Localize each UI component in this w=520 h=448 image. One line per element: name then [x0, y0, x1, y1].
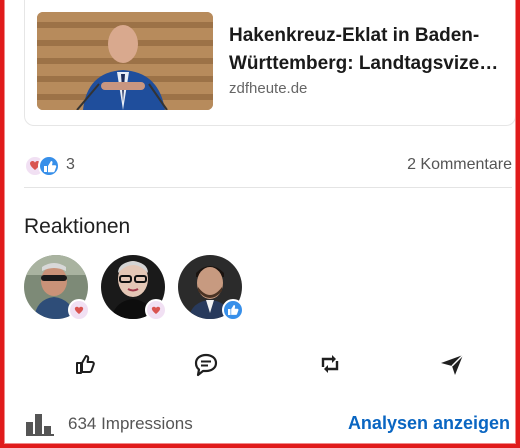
reaction-icons[interactable] — [24, 154, 64, 178]
social-counts: 3 2 Kommentare — [24, 150, 512, 182]
divider — [24, 187, 512, 188]
thumbs-up-icon — [222, 299, 244, 321]
impressions-count: 634 Impressions — [68, 414, 193, 433]
reaction-count[interactable]: 3 — [66, 156, 75, 174]
article-thumbnail — [37, 12, 213, 110]
post-actions — [24, 348, 512, 380]
article-source: zdfheute.de — [229, 80, 308, 97]
reactor-1[interactable] — [24, 255, 90, 321]
repost-icon[interactable] — [314, 348, 346, 380]
like-icon[interactable] — [68, 348, 100, 380]
reactions-heading: Reaktionen — [24, 215, 131, 238]
send-icon[interactable] — [436, 348, 468, 380]
comments-count-link[interactable]: 2 Kommentare — [407, 156, 512, 174]
reactor-2[interactable] — [101, 255, 167, 321]
view-analytics-link[interactable]: Analysen anzeigen — [348, 413, 510, 434]
article-title[interactable]: Hakenkreuz-Eklat in Baden-Württemberg: L… — [229, 22, 505, 78]
article-preview[interactable]: Hakenkreuz-Eklat in Baden-Württemberg: L… — [24, 0, 516, 126]
reactor-3[interactable] — [178, 255, 244, 321]
analytics-bar-icon — [26, 412, 54, 436]
comment-icon[interactable] — [190, 348, 222, 380]
heart-hand-icon — [145, 299, 167, 321]
heart-hand-icon — [68, 299, 90, 321]
